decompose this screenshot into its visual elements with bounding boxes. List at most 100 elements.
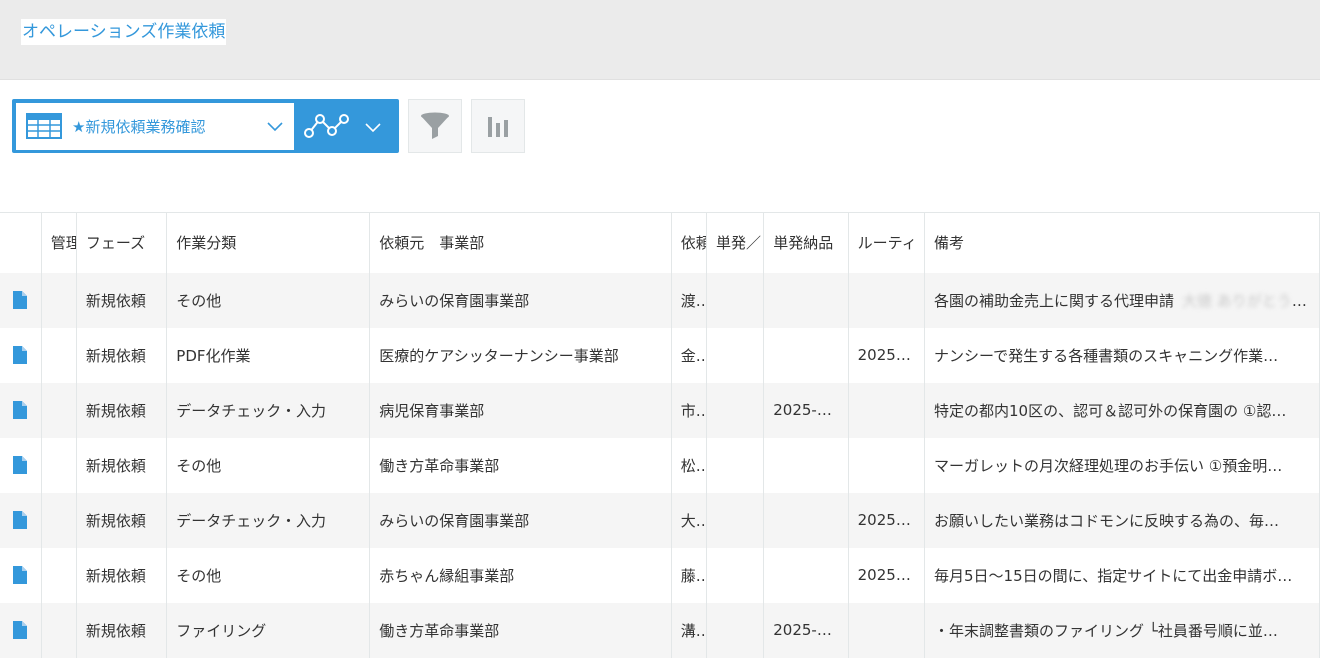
table-icon [26, 113, 62, 139]
table-row[interactable]: 新規依頼 データチェック・入力 みらいの保育園事業部 大· 2025-04 お願いしたい業… [0, 492, 1320, 548]
column-header-phase[interactable]: フェーズ [76, 212, 168, 273]
cell-remarks: 特定の都内10区の、認可＆認可外の保育園の ①認… [924, 382, 1320, 438]
cell-department-text: 病児保育事業部 [379, 401, 485, 420]
record-detail-cell[interactable] [0, 437, 42, 493]
table-row[interactable]: 新規依頼 ファイリング 働き方革命事業部 溝· 2025-02- ・年末調整書類のファイリ… [0, 602, 1320, 658]
column-header-requester[interactable]: 依頼 [671, 212, 707, 273]
funnel-icon [421, 112, 449, 139]
cell-single-delivery-text: 2025-02- [773, 401, 842, 419]
cell-requester-text: 松· [680, 456, 701, 475]
column-header-management[interactable]: 管理 [41, 212, 77, 273]
cell-routine [848, 437, 926, 493]
cell-remarks-text: お願いしたい業務はコドモンに反映する為の、毎… [934, 511, 1280, 530]
cell-work-category-text: その他 [176, 456, 222, 475]
cell-single-or-routine [706, 382, 765, 438]
filter-button[interactable] [408, 99, 462, 153]
cell-department: 働き方革命事業部 [369, 602, 672, 658]
record-detail-cell[interactable] [0, 602, 42, 658]
cell-management [41, 327, 77, 383]
cell-phase: 新規依頼 [76, 492, 168, 548]
cell-routine-text: 2025-02 [857, 566, 921, 584]
table-row[interactable]: 新規依頼 その他 みらいの保育園事業部 渡· 各園の補助金売上に関する代理申請 大徳 あり… [0, 272, 1320, 328]
cell-phase-text: 新規依頼 [85, 511, 146, 530]
column-header-work-category[interactable]: 作業分類 [166, 212, 371, 273]
cell-routine-text: 2025-02 [857, 346, 921, 364]
cell-requester: 松· [671, 437, 707, 493]
cell-single-delivery [763, 437, 849, 493]
document-icon[interactable] [13, 621, 28, 640]
column-header-requesting-department[interactable]: 依頼元 事業部 [369, 212, 672, 273]
cell-requester-text: 渡· [680, 291, 701, 310]
cell-phase: 新規依頼 [76, 602, 168, 658]
cell-management [41, 272, 77, 328]
table-row[interactable]: 新規依頼 その他 働き方革命事業部 松· マーガレットの月次経理処理のお手伝い ①預金明… [0, 437, 1320, 493]
cell-routine [848, 272, 926, 328]
column-header-icon[interactable] [0, 212, 42, 273]
cell-phase: 新規依頼 [76, 382, 168, 438]
column-header-single-or-routine[interactable]: 単発／ [706, 212, 765, 273]
document-icon[interactable] [13, 346, 28, 365]
record-detail-cell[interactable] [0, 327, 42, 383]
cell-remarks-text: マーガレットの月次経理処理のお手伝い ①預金明… [934, 456, 1283, 475]
view-name: ★新規依頼業務確認 [72, 117, 206, 136]
cell-remarks-text: 毎月5日〜15日の間に、指定サイトにて出金申請ボ… [934, 566, 1293, 585]
document-icon[interactable] [13, 566, 28, 585]
cell-phase-text: 新規依頼 [85, 346, 146, 365]
chart-button[interactable] [471, 99, 525, 153]
cell-phase-text: 新規依頼 [85, 621, 146, 640]
cell-work-category-text: PDF化作業 [176, 346, 251, 365]
column-header-single-delivery[interactable]: 単発納品 [763, 212, 849, 273]
cell-routine: 2025-02 [848, 327, 926, 383]
cell-phase-text: 新規依頼 [85, 456, 146, 475]
cell-work-category-text: データチェック・入力 [176, 401, 326, 420]
cell-single-or-routine [706, 272, 765, 328]
table-row[interactable]: 新規依頼 その他 赤ちゃん縁組事業部 藤· 2025-02 毎月5日〜15日の間に、指定サ… [0, 547, 1320, 603]
record-detail-cell[interactable] [0, 382, 42, 438]
app-header: オペレーションズ作業依頼 [0, 0, 1320, 80]
cell-requester: 藤· [671, 547, 707, 603]
cell-remarks-text: 各園の補助金売上に関する代理申請 [934, 291, 1175, 310]
column-header-routine[interactable]: ルーティ [848, 212, 926, 273]
record-detail-cell[interactable] [0, 272, 42, 328]
cell-requester: 溝· [671, 602, 707, 658]
cell-single-delivery [763, 547, 849, 603]
cell-routine: 2025-02 [848, 547, 926, 603]
view-select-group: ★新規依頼業務確認 [12, 99, 399, 153]
column-header-remarks[interactable]: 備考 [924, 212, 1320, 273]
view-select[interactable]: ★新規依頼業務確認 [16, 102, 294, 150]
document-icon[interactable] [13, 456, 28, 475]
records-table: 管理フェーズ作業分類依頼元 事業部依頼単発／単発納品ルーティ備考 新規依頼その他… [0, 212, 1320, 658]
document-icon[interactable] [13, 511, 28, 530]
cell-work-category: その他 [166, 272, 371, 328]
cell-remarks-text: ナンシーで発生する各種書類のスキャニング作業… [934, 346, 1279, 365]
cell-phase: 新規依頼 [76, 437, 168, 493]
cell-work-category: その他 [166, 437, 371, 493]
bar-chart-icon [488, 117, 508, 137]
record-detail-cell[interactable] [0, 492, 42, 548]
chevron-down-icon [267, 121, 283, 131]
cell-department-text: 医療的ケアシッターナンシー事業部 [379, 346, 619, 365]
document-icon[interactable] [13, 291, 28, 310]
graph-view-button[interactable] [294, 99, 394, 153]
cell-routine: 2025-04 [848, 492, 926, 548]
cell-requester-text: 市· [680, 401, 701, 420]
cell-department-text: みらいの保育園事業部 [379, 291, 530, 310]
cell-requester: 大· [671, 492, 707, 548]
cell-single-or-routine [706, 327, 765, 383]
cell-department-text: みらいの保育園事業部 [379, 511, 530, 530]
cell-single-delivery [763, 327, 849, 383]
table-row[interactable]: 新規依頼 PDF化作業 医療的ケアシッターナンシー事業部 金· 2025-02 ナンシーで… [0, 327, 1320, 383]
record-detail-cell[interactable] [0, 547, 42, 603]
app-title-link[interactable]: オペレーションズ作業依頼 [21, 19, 227, 45]
cell-single-or-routine [706, 602, 765, 658]
cell-work-category-text: その他 [176, 291, 222, 310]
cell-remarks: 毎月5日〜15日の間に、指定サイトにて出金申請ボ… [924, 547, 1320, 603]
table-row[interactable]: 新規依頼 データチェック・入力 病児保育事業部 市· 2025-02- 特定の都内10区の… [0, 382, 1320, 438]
cell-single-or-routine [706, 437, 765, 493]
cell-department: 病児保育事業部 [369, 382, 672, 438]
cell-single-delivery-text: 2025-02- [773, 621, 842, 639]
cell-management [41, 382, 77, 438]
cell-department: 赤ちゃん縁組事業部 [369, 547, 672, 603]
document-icon[interactable] [13, 401, 28, 420]
cell-routine [848, 602, 926, 658]
